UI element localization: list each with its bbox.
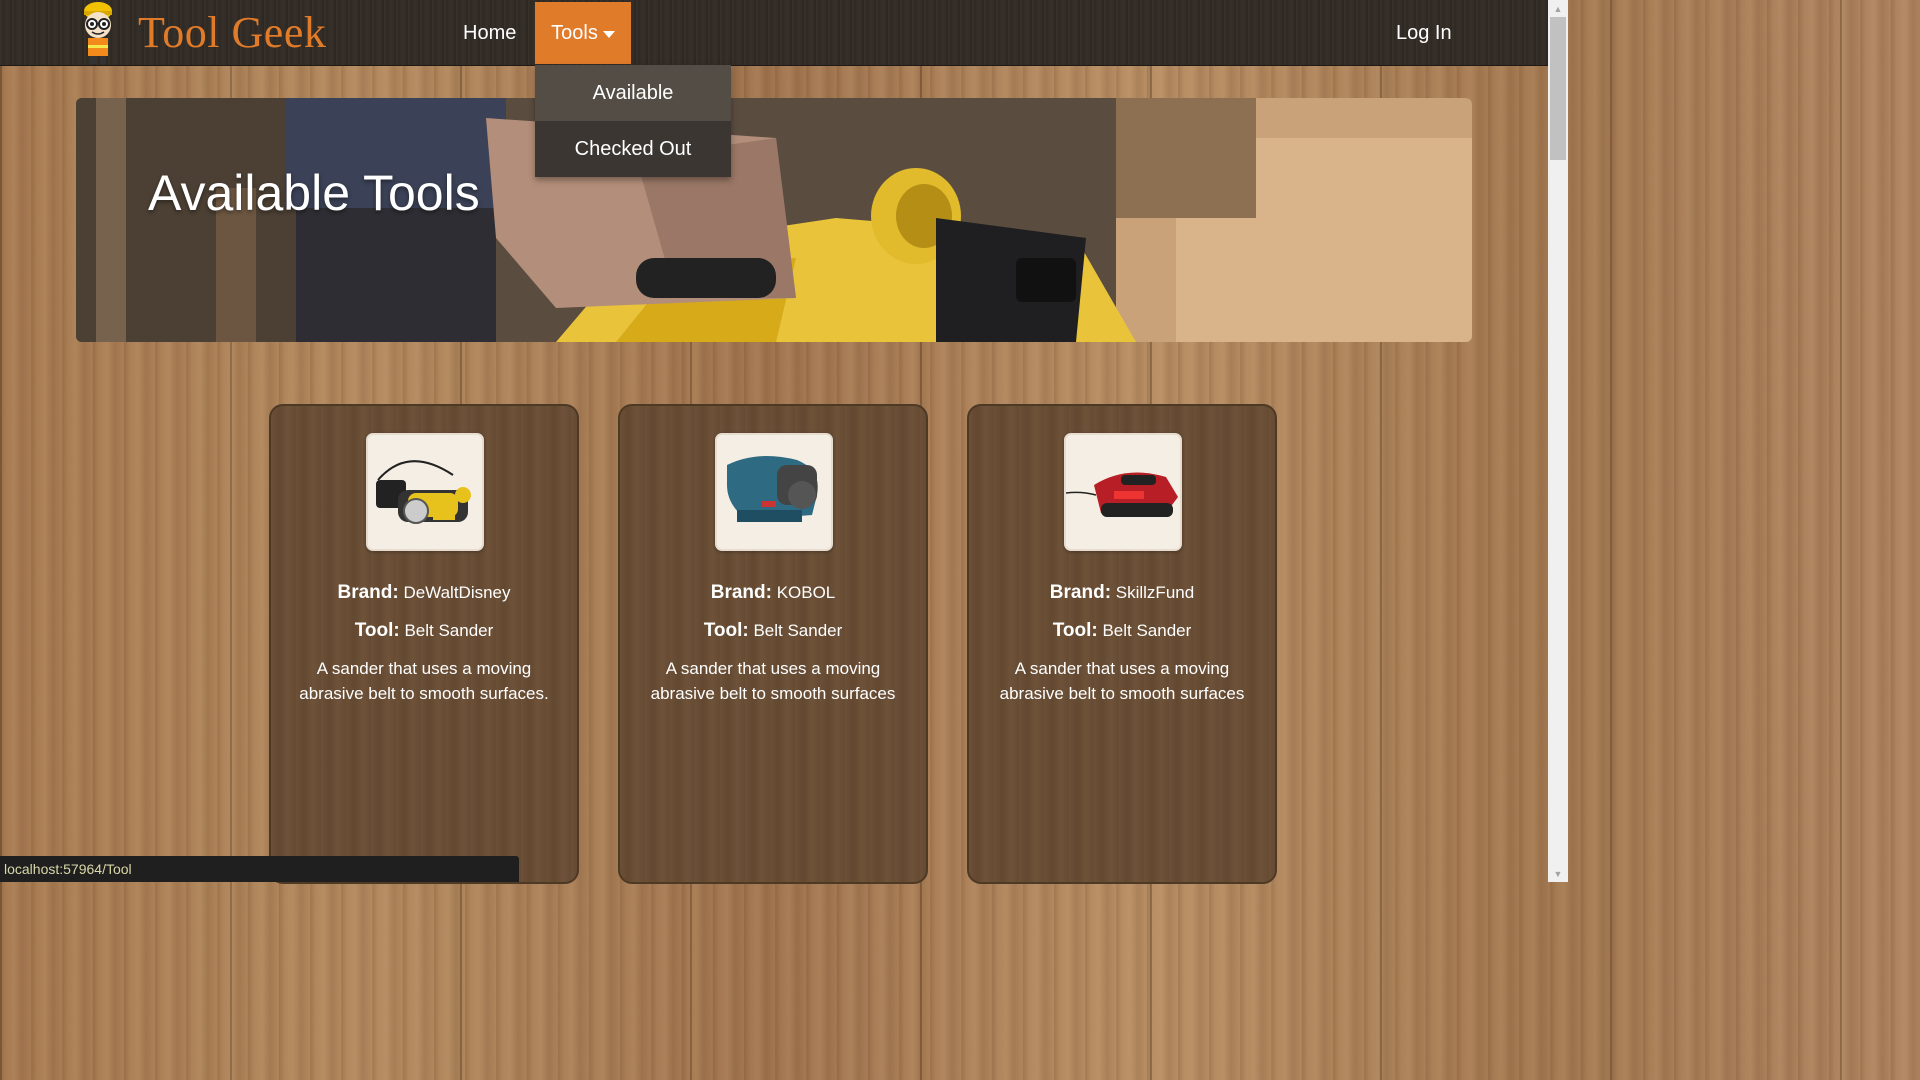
card-tool: Tool: Belt Sander: [620, 620, 926, 642]
geek-mascot-logo: [84, 1, 112, 64]
brand-name: Tool Geek: [138, 8, 327, 57]
scroll-down-arrow-icon[interactable]: ▼: [1548, 865, 1568, 882]
tool-label: Tool:: [1052, 620, 1098, 641]
brand[interactable]: Tool Geek: [74, 0, 326, 65]
navbar: Tool Geek Home Tools Log In: [0, 0, 1548, 66]
card-description: A sander that uses a moving abrasive bel…: [650, 659, 896, 703]
login-link[interactable]: Log In: [1380, 2, 1468, 64]
nav-tools-dropdown-toggle[interactable]: Tools: [535, 2, 631, 64]
nav-home-link[interactable]: Home: [447, 2, 532, 64]
scroll-up-arrow-icon[interactable]: ▲: [1548, 0, 1568, 17]
card-description: A sander that uses a moving abrasive bel…: [299, 659, 549, 703]
hero-banner: Available Tools: [76, 98, 1472, 342]
brand-label: Brand:: [337, 582, 399, 603]
brand-label: Brand:: [710, 582, 772, 603]
tool-label: Tool:: [703, 620, 749, 641]
card-brand: Brand: DeWaltDisney: [271, 582, 577, 604]
brand-value: DeWaltDisney: [403, 583, 511, 602]
belt-sander-teal-image: [717, 435, 831, 549]
tool-value: Belt Sander: [1102, 621, 1192, 640]
card-description: A sander that uses a moving abrasive bel…: [999, 659, 1245, 703]
tools-dropdown-menu: Available Checked Out: [535, 65, 731, 177]
brand-value: KOBOL: [776, 583, 836, 602]
tool-value: Belt Sander: [753, 621, 843, 640]
tool-card[interactable]: Brand: KOBOL Tool: Belt Sander A sander …: [618, 404, 928, 884]
card-tool: Tool: Belt Sander: [969, 620, 1275, 642]
tool-thumbnail: [1064, 433, 1182, 551]
tool-card[interactable]: Brand: SkillzFund Tool: Belt Sander A sa…: [967, 404, 1277, 884]
tool-thumbnail: [366, 433, 484, 551]
card-tool: Tool: Belt Sander: [271, 620, 577, 642]
card-brand: Brand: KOBOL: [620, 582, 926, 604]
belt-sander-red-image: [1066, 435, 1180, 549]
page-title: Available Tools: [148, 165, 480, 221]
tool-label: Tool:: [354, 620, 400, 641]
brand-value: SkillzFund: [1115, 583, 1195, 602]
tool-thumbnail: [715, 433, 833, 551]
belt-sander-yellow-image: [368, 435, 482, 549]
tool-card[interactable]: Brand: DeWaltDisney Tool: Belt Sander A …: [269, 404, 579, 884]
dropdown-item-checked-out[interactable]: Checked Out: [535, 121, 731, 177]
tool-value: Belt Sander: [404, 621, 494, 640]
card-brand: Brand: SkillzFund: [969, 582, 1275, 604]
vertical-scrollbar[interactable]: ▲ ▼: [1548, 0, 1568, 882]
scrollbar-thumb[interactable]: [1550, 17, 1566, 160]
link-status-bar: localhost:57964/Tool: [0, 856, 519, 882]
brand-label: Brand:: [1049, 582, 1112, 603]
caret-down-icon: [602, 30, 615, 38]
nav-tools-label: Tools: [551, 21, 598, 44]
dropdown-item-available[interactable]: Available: [535, 65, 731, 121]
